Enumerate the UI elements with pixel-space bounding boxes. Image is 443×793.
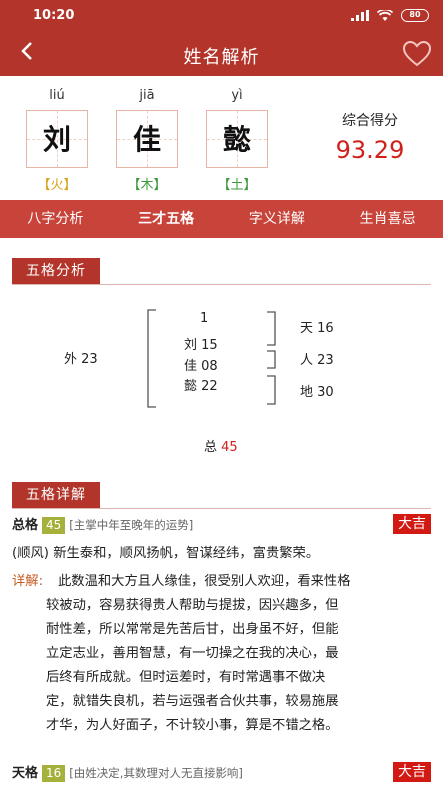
element-label: 【火】 — [37, 178, 77, 193]
wuge-char-3: 懿 22 — [184, 379, 218, 394]
signal-icon — [351, 10, 369, 21]
tab-ziyi[interactable]: 字义详解 — [222, 200, 333, 238]
tiange-luck-badge: 大吉 — [393, 762, 431, 782]
detail-text: 此数温和大方且人缘佳，很受别人欢迎，看来性格 — [58, 570, 431, 594]
tab-sancai-wuge[interactable]: 三才五格 — [111, 200, 222, 238]
wuge-earth: 地 30 — [300, 385, 334, 400]
wuge-outer: 外 23 — [64, 352, 98, 367]
wuge-diagram: 1 刘 15 佳 08 懿 22 外 23 天 16 人 23 地 30 总 4… — [0, 300, 443, 460]
char: 佳 — [132, 123, 161, 156]
section-divider — [12, 508, 431, 509]
detail-line: 耐性差，所以常常是先苦后甘，出身虽不好，但能 — [46, 622, 339, 637]
wifi-icon — [377, 9, 393, 21]
detail-label: 详解: — [12, 574, 44, 589]
nav-bar: 姓名解析 — [0, 32, 443, 76]
wuge-char-2: 佳 08 — [184, 359, 218, 374]
status-bar: 10:20 80 — [0, 0, 443, 32]
zongge-number: 45 — [42, 517, 66, 534]
detail-line: 才华，为人好面子，不计较小事，算是不错之格。 — [46, 718, 339, 733]
heart-icon — [402, 40, 432, 67]
element-label: 【木】 — [127, 178, 167, 193]
char-box: 佳 — [116, 110, 178, 168]
char-box: 懿 — [206, 110, 268, 168]
zongge-detail: 详解: 此数温和大方且人缘佳，很受别人欢迎，看来性格 较被动，容易获得贵人帮助与… — [12, 570, 431, 738]
section-divider — [12, 284, 431, 285]
char: 刘 — [42, 123, 71, 156]
name-area: liú 刘 【火】 jiā 佳 【木】 yì 懿 【土】 综合得分 93.29 — [0, 76, 443, 200]
char-box: 刘 — [26, 110, 88, 168]
detail-line: 立定志业，善用智慧，有一切操之在我的决心，最 — [46, 646, 339, 661]
name-char-1: liú 刘 【火】 — [26, 88, 88, 193]
score-label: 综合得分 — [342, 113, 398, 129]
wuge-char-1: 刘 15 — [184, 338, 218, 353]
pinyin: jiā — [139, 88, 155, 103]
tiange-desc: [由姓决定,其数理对人无直接影响] — [69, 766, 243, 780]
zongge-row: 总格 45 [主掌中年至晚年的运势] 大吉 — [12, 514, 431, 536]
detail-line: 较被动，容易获得贵人帮助与提拔，因兴趣多，但 — [46, 598, 339, 613]
favorite-button[interactable] — [402, 40, 432, 67]
zongge-luck-badge: 大吉 — [393, 514, 431, 534]
name-char-3: yì 懿 【土】 — [206, 88, 268, 193]
element-label: 【土】 — [217, 178, 257, 193]
name-char-2: jiā 佳 【木】 — [116, 88, 178, 193]
tab-bar: 八字分析 三才五格 字义详解 生肖喜忌 — [0, 200, 443, 238]
status-time: 10:20 — [33, 8, 75, 23]
wuge-total: 总 45 — [204, 436, 238, 455]
status-icons: 80 — [351, 9, 429, 22]
wuge-person: 人 23 — [300, 353, 334, 368]
zongge-label: 总格 — [12, 518, 39, 533]
score-value: 93.29 — [335, 136, 405, 164]
zongge-desc: [主掌中年至晚年的运势] — [69, 518, 194, 532]
page-title: 姓名解析 — [183, 47, 260, 68]
zongge-summary: (顺风) 新生泰和，顺风扬帆，智谋经纬，富贵繁荣。 — [12, 546, 320, 561]
battery-icon: 80 — [401, 9, 429, 22]
tiange-row: 天格 16 [由姓决定,其数理对人无直接影响] 大吉 — [12, 762, 431, 784]
pinyin: yì — [231, 88, 243, 103]
tab-shengxiao[interactable]: 生肖喜忌 — [332, 200, 443, 238]
detail-line: 此数温和大方且人缘佳，很受别人欢迎，看来性格 — [58, 574, 351, 589]
wuge-top-number: 1 — [200, 311, 209, 326]
wuge-heaven: 天 16 — [300, 321, 334, 336]
tab-bazi[interactable]: 八字分析 — [0, 200, 111, 238]
detail-line: 定，就错失良机，若与运强者合伙共事，较易施展 — [46, 694, 339, 709]
wuge-total-label: 总 — [204, 440, 218, 455]
char: 懿 — [222, 123, 251, 156]
pinyin: liú — [49, 88, 65, 103]
wuge-total-value: 45 — [221, 440, 238, 455]
section-header-wuge: 五格分析 — [12, 258, 100, 284]
section-header-detail: 五格详解 — [12, 482, 100, 508]
detail-line: 后终有所成就。但时运差时，有时常遇事不做决 — [46, 670, 326, 685]
tiange-label: 天格 — [12, 766, 39, 781]
tiange-number: 16 — [42, 765, 66, 782]
detail-text-rest: 较被动，容易获得贵人帮助与提拔，因兴趣多，但 耐性差，所以常常是先苦后甘，出身虽… — [12, 594, 431, 738]
